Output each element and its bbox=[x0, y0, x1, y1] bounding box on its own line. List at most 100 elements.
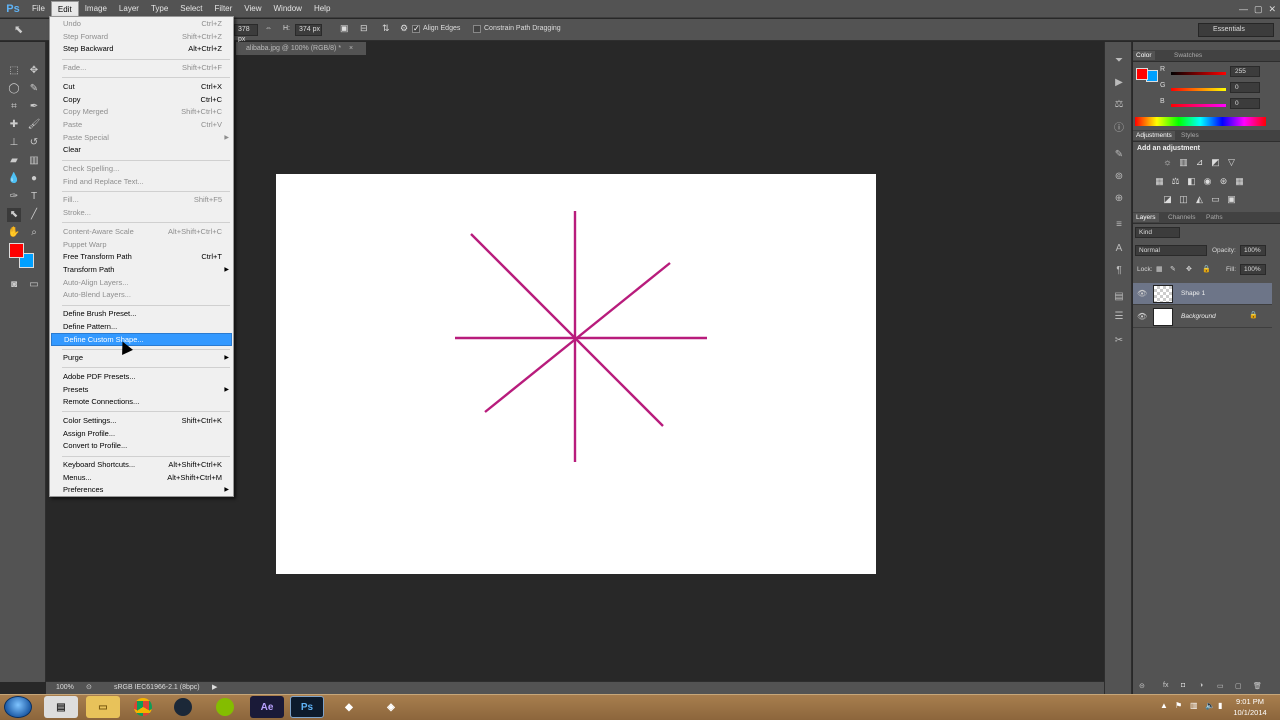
zoom-tool-icon[interactable]: ⌕ bbox=[27, 226, 41, 240]
threshold-icon[interactable]: ◭ bbox=[1194, 194, 1205, 204]
quick-select-tool-icon[interactable]: ✎ bbox=[27, 82, 41, 96]
new-adjustment-icon[interactable]: ◑ bbox=[1199, 682, 1203, 689]
opacity-field[interactable]: 100% bbox=[1240, 245, 1266, 256]
edit-menu-item-define-pattern[interactable]: Define Pattern... bbox=[51, 321, 232, 334]
black-white-icon[interactable]: ◧ bbox=[1186, 176, 1197, 186]
tools-options-icon[interactable]: ✂ bbox=[1112, 334, 1126, 348]
taskbar-app-photoshop-icon[interactable]: Ps bbox=[290, 696, 324, 718]
foreground-color-swatch[interactable] bbox=[9, 243, 24, 258]
fill-field[interactable]: 100% bbox=[1240, 264, 1266, 275]
screen-mode-icon[interactable]: ▭ bbox=[27, 278, 41, 292]
clone-stamp-tool-icon[interactable]: ⊥ bbox=[7, 136, 21, 150]
edit-menu-item-color-settings[interactable]: Color Settings... Shift+Ctrl+K bbox=[51, 415, 232, 428]
eraser-tool-icon[interactable]: ▰ bbox=[7, 154, 21, 168]
edit-menu-item-presets[interactable]: Presets ▶ bbox=[51, 384, 232, 397]
clone-source-icon[interactable]: ⊕ bbox=[1112, 192, 1126, 206]
brush-presets-icon[interactable]: ⊚ bbox=[1112, 170, 1126, 184]
red-slider[interactable] bbox=[1171, 72, 1226, 75]
edit-menu-item-preferences[interactable]: Preferences ▶ bbox=[51, 484, 232, 497]
character-panel-icon[interactable]: A bbox=[1112, 242, 1126, 256]
lock-position-icon[interactable]: ✥ bbox=[1186, 265, 1192, 273]
tab-adjustments[interactable]: Adjustments bbox=[1133, 131, 1175, 140]
layer-filter-kind[interactable]: Kind bbox=[1135, 227, 1180, 238]
clock-time[interactable]: 9:01 PM bbox=[1230, 697, 1270, 706]
menu-file[interactable]: File bbox=[26, 1, 51, 17]
tray-network-icon[interactable]: ▥ bbox=[1190, 701, 1198, 710]
edit-menu-item-define-custom-shape[interactable]: Define Custom Shape... bbox=[51, 333, 232, 347]
menu-help[interactable]: Help bbox=[308, 1, 336, 17]
hand-tool-icon[interactable]: ✋ bbox=[7, 226, 21, 240]
move-tool-icon[interactable]: ✥ bbox=[27, 64, 41, 78]
menu-edit[interactable]: Edit bbox=[50, 0, 79, 17]
tab-swatches[interactable]: Swatches bbox=[1171, 51, 1205, 60]
history-brush-tool-icon[interactable]: ↺ bbox=[27, 136, 41, 150]
layer-comps-icon[interactable]: ▤ bbox=[1112, 290, 1126, 304]
gradient-tool-icon[interactable]: ▥ bbox=[27, 154, 41, 168]
settings-gear-icon[interactable]: ⚙ bbox=[400, 23, 408, 34]
align-edges-checkbox[interactable]: ✓ bbox=[412, 24, 420, 33]
edit-menu-item-define-brush-preset[interactable]: Define Brush Preset... bbox=[51, 308, 232, 321]
edit-menu-item-keyboard-shortcuts[interactable]: Keyboard Shortcuts... Alt+Shift+Ctrl+K bbox=[51, 459, 232, 472]
fx-icon[interactable]: fx bbox=[1163, 682, 1168, 689]
brightness-icon[interactable]: ☼ bbox=[1162, 157, 1173, 167]
document-canvas[interactable] bbox=[276, 174, 876, 574]
green-slider[interactable] bbox=[1171, 88, 1226, 91]
path-selection-tool-icon[interactable]: ⬉ bbox=[7, 208, 21, 222]
menu-type[interactable]: Type bbox=[145, 1, 174, 17]
tray-volume-icon[interactable]: 🔈 bbox=[1205, 701, 1215, 710]
maximize-icon[interactable]: ▢ bbox=[1254, 4, 1263, 15]
quick-mask-icon[interactable]: ◙ bbox=[7, 278, 21, 292]
posterize-icon[interactable]: ◫ bbox=[1178, 194, 1189, 204]
delete-layer-icon[interactable]: 🗑 bbox=[1253, 682, 1262, 690]
taskbar-app-after-effects-icon[interactable]: Ae bbox=[250, 696, 284, 718]
properties-panel-icon[interactable]: ⚖ bbox=[1112, 98, 1126, 112]
edit-menu-item-adobe-pdf-presets[interactable]: Adobe PDF Presets... bbox=[51, 371, 232, 384]
clock-date[interactable]: 10/1/2014 bbox=[1230, 708, 1270, 717]
path-selection-tool-icon[interactable]: ⬉ bbox=[14, 23, 23, 36]
edit-menu-item-clear[interactable]: Clear bbox=[51, 144, 232, 157]
add-mask-icon[interactable]: ◘ bbox=[1181, 682, 1185, 689]
tab-color[interactable]: Color bbox=[1133, 51, 1155, 60]
taskbar-app-explorer-icon[interactable]: ▤ bbox=[44, 696, 78, 718]
edit-menu-item-copy[interactable]: Copy Ctrl+C bbox=[51, 94, 232, 107]
layer-row-shape-1[interactable]: 👁 Shape 1 bbox=[1133, 283, 1272, 305]
status-info-icon[interactable]: ⊙ bbox=[86, 683, 92, 691]
blue-slider[interactable] bbox=[1171, 104, 1226, 107]
edit-menu-item-menus[interactable]: Menus... Alt+Shift+Ctrl+M bbox=[51, 472, 232, 485]
menu-view[interactable]: View bbox=[238, 1, 267, 17]
taskbar-app-generic-icon[interactable]: ◆ bbox=[332, 696, 366, 718]
marquee-tool-icon[interactable]: ⬚ bbox=[7, 64, 21, 78]
color-balance-icon[interactable]: ⚖ bbox=[1170, 176, 1181, 186]
menu-image[interactable]: Image bbox=[79, 1, 113, 17]
color-lookup-icon[interactable]: ▦ bbox=[1234, 176, 1245, 186]
edit-menu-item-assign-profile[interactable]: Assign Profile... bbox=[51, 428, 232, 441]
eyedropper-tool-icon[interactable]: ✒ bbox=[27, 100, 41, 114]
levels-icon[interactable]: ▥ bbox=[1178, 157, 1189, 167]
visibility-eye-icon[interactable]: 👁 bbox=[1137, 312, 1147, 322]
start-button[interactable] bbox=[4, 696, 32, 718]
tab-channels[interactable]: Channels bbox=[1165, 213, 1198, 222]
history-panel-icon[interactable]: ⏷ bbox=[1112, 54, 1126, 68]
lasso-tool-icon[interactable]: ◯ bbox=[7, 82, 21, 96]
close-icon[interactable]: ✕ bbox=[1268, 4, 1276, 15]
menu-filter[interactable]: Filter bbox=[209, 1, 239, 17]
tab-paths[interactable]: Paths bbox=[1203, 213, 1226, 222]
lock-all-icon[interactable]: 🔒 bbox=[1202, 265, 1211, 273]
height-field[interactable]: 374 px bbox=[295, 24, 322, 36]
tray-expand-icon[interactable]: ▲ bbox=[1160, 701, 1168, 710]
document-tab[interactable]: alibaba.jpg @ 100% (RGB/8) * × bbox=[236, 42, 366, 55]
blend-mode-dropdown[interactable]: Normal bbox=[1135, 245, 1207, 256]
path-arrangement-icon[interactable]: ⇅ bbox=[382, 23, 390, 34]
paragraph-panel-icon[interactable]: ¶ bbox=[1112, 264, 1126, 278]
red-value[interactable]: 255 bbox=[1230, 66, 1260, 77]
hue-saturation-icon[interactable]: ▦ bbox=[1154, 176, 1165, 186]
selective-color-icon[interactable]: ▣ bbox=[1226, 194, 1237, 204]
zoom-level[interactable]: 100% bbox=[56, 684, 74, 691]
vibrance-icon[interactable]: ▽ bbox=[1226, 157, 1237, 167]
taskbar-app-generic-2-icon[interactable]: ◈ bbox=[374, 696, 408, 718]
path-operations-icon[interactable]: ▣ bbox=[340, 23, 349, 34]
taskbar-app-spotify-icon[interactable] bbox=[208, 696, 242, 718]
brush-tool-icon[interactable]: 🖌 bbox=[27, 118, 41, 132]
exposure-icon[interactable]: ◩ bbox=[1210, 157, 1221, 167]
crop-tool-icon[interactable]: ⌗ bbox=[7, 100, 21, 114]
